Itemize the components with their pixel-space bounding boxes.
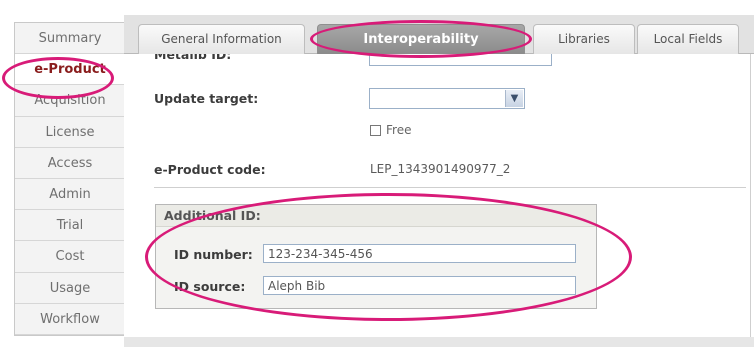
footer-strip xyxy=(124,337,754,347)
nav-item-e-product[interactable]: e-Product xyxy=(15,54,125,86)
additional-id-legend: Additional ID: xyxy=(156,205,596,227)
nav-item-summary[interactable]: Summary xyxy=(15,23,125,55)
eproduct-code-label: e-Product code: xyxy=(154,162,266,177)
section-divider xyxy=(154,187,746,188)
additional-id-fieldset: Additional ID: ID number: ID source: xyxy=(155,204,597,309)
nav-item-license[interactable]: License xyxy=(15,116,125,148)
tab-interoperability[interactable]: Interoperability xyxy=(317,24,525,54)
eproduct-code-value: LEP_1343901490977_2 xyxy=(370,162,511,176)
update-target-label: Update target: xyxy=(154,91,259,106)
tab-local-fields[interactable]: Local Fields xyxy=(637,24,739,54)
nav-item-trial[interactable]: Trial xyxy=(15,210,125,242)
tab-general-information[interactable]: General Information xyxy=(138,24,305,54)
chevron-down-icon[interactable]: ▼ xyxy=(505,90,523,107)
id-number-input[interactable] xyxy=(263,244,576,263)
id-source-input[interactable] xyxy=(263,276,576,295)
nav-item-acquisition[interactable]: Acquisition xyxy=(15,85,125,117)
nav-item-cost[interactable]: Cost xyxy=(15,241,125,273)
metalib-id-input[interactable] xyxy=(369,54,552,66)
metalib-id-label: Metalib ID: xyxy=(154,54,232,62)
nav-item-usage[interactable]: Usage xyxy=(15,272,125,304)
nav-item-admin[interactable]: Admin xyxy=(15,178,125,211)
interoperability-panel: Metalib ID: Update target: ▼ Free e-Prod… xyxy=(124,54,751,338)
tab-bar: General Information Interoperability Lib… xyxy=(124,15,754,54)
tab-libraries[interactable]: Libraries xyxy=(533,24,635,54)
left-nav: Summary e-Product Acquisition License Ac… xyxy=(14,22,125,336)
nav-item-workflow[interactable]: Workflow xyxy=(15,303,125,335)
free-label: Free xyxy=(386,123,412,137)
free-checkbox[interactable] xyxy=(370,125,381,136)
id-source-label: ID source: xyxy=(174,279,246,294)
id-number-label: ID number: xyxy=(174,247,253,262)
nav-item-access[interactable]: Access xyxy=(15,147,125,179)
update-target-select[interactable]: ▼ xyxy=(369,88,525,109)
